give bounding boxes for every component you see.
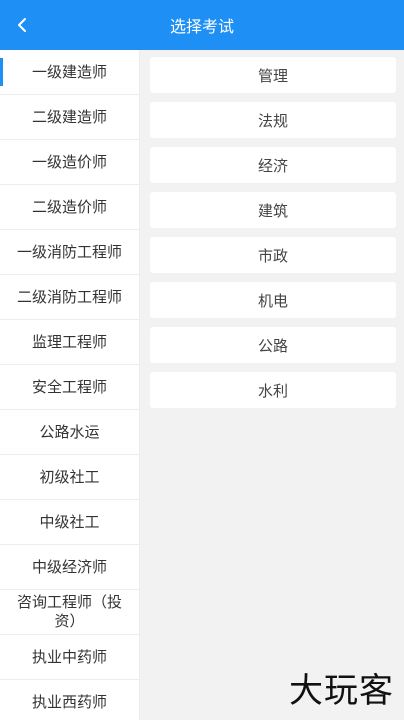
chevron-left-icon bbox=[18, 18, 26, 32]
back-button[interactable] bbox=[0, 0, 44, 50]
sidebar-item-9[interactable]: 公路水运 bbox=[0, 410, 139, 455]
sidebar-item-8[interactable]: 安全工程师 bbox=[0, 365, 139, 410]
sidebar-item-10[interactable]: 初级社工 bbox=[0, 455, 139, 500]
exam-category-list: 一级建造师 二级建造师 一级造价师 二级造价师 一级消防工程师 二级消防工程师 … bbox=[0, 50, 140, 720]
subject-button-5[interactable]: 市政 bbox=[150, 237, 396, 273]
sidebar-item-15[interactable]: 执业西药师 bbox=[0, 680, 139, 720]
watermark: 大玩客 bbox=[289, 671, 394, 711]
sidebar-item-2[interactable]: 二级建造师 bbox=[0, 95, 139, 140]
top-bar: 选择考试 bbox=[0, 0, 404, 50]
subject-button-3[interactable]: 经济 bbox=[150, 147, 396, 183]
subject-button-2[interactable]: 法规 bbox=[150, 102, 396, 138]
subject-button-6[interactable]: 机电 bbox=[150, 282, 396, 318]
sidebar-item-11[interactable]: 中级社工 bbox=[0, 500, 139, 545]
sidebar-item-7[interactable]: 监理工程师 bbox=[0, 320, 139, 365]
subject-list: 管理 法规 经济 建筑 市政 机电 公路 水利 bbox=[150, 57, 396, 417]
sidebar-item-6[interactable]: 二级消防工程师 bbox=[0, 275, 139, 320]
page-title: 选择考试 bbox=[169, 17, 234, 36]
subject-button-4[interactable]: 建筑 bbox=[150, 192, 396, 228]
sidebar-item-5[interactable]: 一级消防工程师 bbox=[0, 230, 139, 275]
sidebar-item-3[interactable]: 一级造价师 bbox=[0, 140, 139, 185]
sidebar-item-1[interactable]: 一级建造师 bbox=[0, 50, 139, 95]
subject-button-7[interactable]: 公路 bbox=[150, 327, 396, 363]
sidebar-item-14[interactable]: 执业中药师 bbox=[0, 635, 139, 680]
subject-button-8[interactable]: 水利 bbox=[150, 372, 396, 408]
subject-button-1[interactable]: 管理 bbox=[150, 57, 396, 93]
sidebar-item-13[interactable]: 咨询工程师（投资） bbox=[0, 590, 139, 635]
sidebar-item-12[interactable]: 中级经济师 bbox=[0, 545, 139, 590]
sidebar-item-4[interactable]: 二级造价师 bbox=[0, 185, 139, 230]
